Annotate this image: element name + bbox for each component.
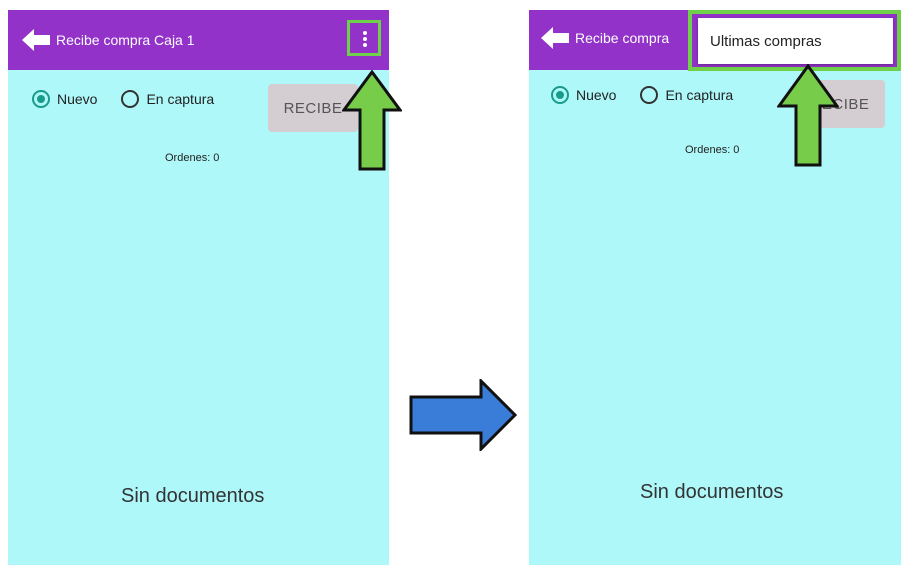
radio-en-captura[interactable]: En captura — [121, 90, 214, 108]
back-button[interactable] — [541, 24, 571, 52]
menu-item-ultimas-compras[interactable]: Ultimas compras — [698, 18, 893, 64]
radio-checked-icon — [32, 90, 50, 108]
radio-label: Nuevo — [57, 91, 98, 107]
arrow-up-icon — [342, 70, 402, 171]
arrow-right-icon — [409, 379, 518, 451]
page-title: Recibe compra — [575, 30, 670, 46]
radio-en-captura[interactable]: En captura — [640, 86, 733, 104]
radio-checked-icon — [551, 86, 569, 104]
radio-unchecked-icon — [121, 90, 140, 108]
overflow-menu-popup: Ultimas compras — [688, 10, 901, 71]
radio-unchecked-icon — [640, 86, 659, 104]
screen-before: Recibe compra Caja 1 Nuevo En captura RE… — [8, 10, 389, 565]
arrow-up-icon — [777, 64, 839, 167]
radio-nuevo[interactable]: Nuevo — [551, 86, 616, 104]
status-radio-group: Nuevo En captura — [551, 86, 757, 104]
ordenes-count: Ordenes: 0 — [685, 144, 740, 156]
screen-after: Recibe compra Nuevo En captura RECIBE Or… — [529, 10, 901, 565]
ordenes-count: Ordenes: 0 — [165, 152, 220, 164]
radio-label: En captura — [665, 87, 734, 103]
arrow-left-icon — [22, 29, 50, 51]
empty-state-message: Sin documentos — [121, 485, 265, 507]
radio-nuevo[interactable]: Nuevo — [32, 90, 97, 108]
radio-label: En captura — [146, 91, 215, 107]
empty-state-message: Sin documentos — [640, 481, 784, 503]
overflow-menu-button[interactable] — [347, 20, 381, 56]
radio-label: Nuevo — [576, 87, 617, 103]
back-button[interactable] — [22, 26, 52, 54]
page-title: Recibe compra Caja 1 — [56, 32, 195, 48]
arrow-left-icon — [541, 27, 569, 49]
status-radio-group: Nuevo En captura — [32, 90, 238, 108]
app-bar: Recibe compra Caja 1 — [8, 10, 389, 70]
